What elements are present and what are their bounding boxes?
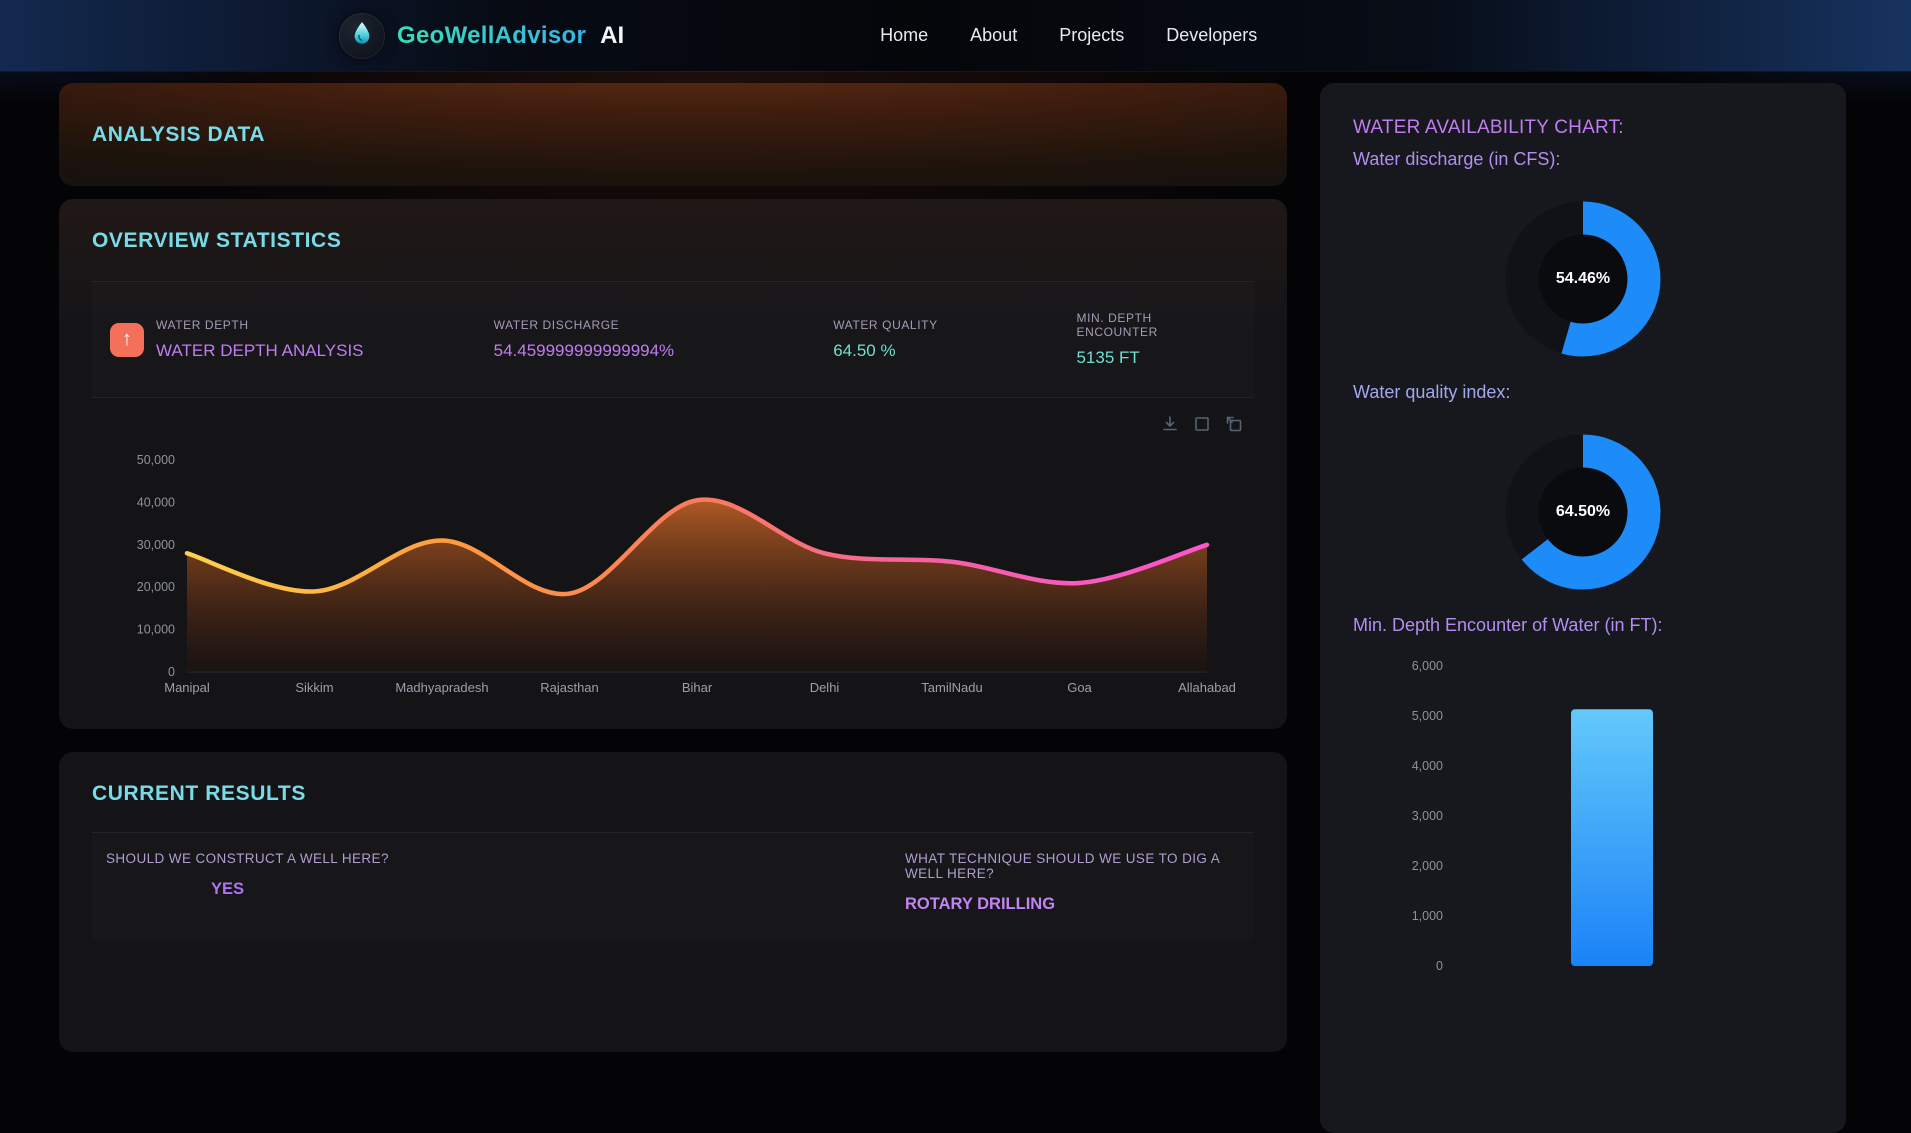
analysis-data-title: ANALYSIS DATA	[92, 122, 266, 146]
trend-up-icon: ↑	[110, 322, 144, 357]
svg-text:3,000: 3,000	[1412, 809, 1443, 823]
stat-value: 64.50 %	[833, 341, 896, 360]
svg-text:Bihar: Bihar	[682, 680, 713, 695]
stat-water-depth: WATER DEPTH WATER DEPTH ANALYSIS	[156, 318, 494, 361]
svg-text:Madhyapradesh: Madhyapradesh	[395, 680, 488, 695]
svg-text:20,000: 20,000	[137, 580, 175, 594]
svg-text:Delhi: Delhi	[810, 680, 840, 695]
water-quality-donut-chart: 64.50%	[1504, 433, 1662, 591]
svg-text:1,000: 1,000	[1412, 909, 1443, 923]
water-discharge-label: Water discharge (in CFS):	[1353, 149, 1561, 169]
donut-value-label: 64.50%	[1555, 503, 1611, 520]
water-availability-panel: WATER AVAILABILITY CHART: Water discharg…	[1320, 83, 1846, 1133]
nav-link-projects[interactable]: Projects	[1059, 25, 1124, 46]
water-quality-label: Water quality index:	[1353, 382, 1511, 402]
current-results-card: CURRENT RESULTS SHOULD WE CONSTRUCT A WE…	[59, 752, 1287, 1052]
qa-question: WHAT TECHNIQUE SHOULD WE USE TO DIG A WE…	[905, 851, 1220, 881]
qa-dig-technique: WHAT TECHNIQUE SHOULD WE USE TO DIG A WE…	[905, 851, 1240, 914]
results-qa-row: SHOULD WE CONSTRUCT A WELL HERE? YES WHA…	[92, 832, 1254, 940]
current-results-title: CURRENT RESULTS	[92, 782, 306, 805]
svg-text:4,000: 4,000	[1412, 759, 1443, 773]
stat-label: WATER DEPTH	[156, 318, 249, 332]
overview-statistics-card: OVERVIEW STATISTICS ↑ WATER DEPTH WATER …	[59, 199, 1287, 729]
min-depth-bar-chart: 6,000 5,000 4,000 3,000 2,000 1,000 0	[1357, 652, 1813, 977]
svg-text:Manipal: Manipal	[164, 680, 210, 695]
brand[interactable]: GeoWellAdvisor AI	[339, 12, 625, 59]
qa-answer: YES	[211, 880, 245, 898]
brand-name: GeoWellAdvisor	[397, 21, 587, 49]
svg-text:0: 0	[168, 665, 175, 679]
nav-link-developers[interactable]: Developers	[1166, 25, 1257, 46]
water-discharge-donut-chart: 54.46%	[1504, 200, 1662, 358]
svg-text:10,000: 10,000	[137, 623, 175, 637]
svg-text:40,000: 40,000	[137, 495, 175, 509]
nav-link-home[interactable]: Home	[880, 25, 928, 46]
nav-link-about[interactable]: About	[970, 25, 1017, 46]
download-icon[interactable]	[1160, 414, 1180, 434]
qa-construct-well: SHOULD WE CONSTRUCT A WELL HERE? YES	[106, 851, 905, 914]
water-drop-icon	[349, 20, 375, 51]
stat-value: 5135 FT	[1076, 348, 1140, 367]
donut-value-label: 54.46%	[1555, 270, 1611, 287]
svg-text:2,000: 2,000	[1412, 859, 1443, 873]
water-depth-area-chart: 0 10,000 20,000 30,000 40,000 50,000 Manipal Si…	[92, 440, 1254, 713]
svg-text:30,000: 30,000	[137, 538, 175, 552]
qa-question: SHOULD WE CONSTRUCT A WELL HERE?	[106, 851, 389, 866]
navbar: GeoWellAdvisor AI Home About Projects De…	[0, 0, 1911, 71]
stat-water-discharge: WATER DISCHARGE 54.459999999999994%	[494, 318, 834, 361]
brand-suffix: AI	[600, 21, 625, 49]
qa-answer: ROTARY DRILLING	[905, 895, 1056, 913]
stats-row: ↑ WATER DEPTH WATER DEPTH ANALYSIS WATER…	[92, 281, 1254, 398]
stat-label: WATER DISCHARGE	[493, 318, 620, 332]
stat-min-depth: MIN. DEPTH ENCOUNTER 5135 FT	[1076, 311, 1236, 368]
chart-toolbar	[92, 414, 1244, 434]
overview-statistics-title: OVERVIEW STATISTICS	[92, 229, 342, 252]
reset-zoom-icon[interactable]	[1224, 414, 1244, 434]
main-content: ANALYSIS DATA OVERVIEW STATISTICS ↑ WATE…	[0, 71, 1911, 1133]
svg-text:Sikkim: Sikkim	[295, 680, 333, 695]
left-column: ANALYSIS DATA OVERVIEW STATISTICS ↑ WATE…	[59, 83, 1287, 1133]
water-availability-title: WATER AVAILABILITY CHART:	[1353, 117, 1624, 138]
svg-text:TamilNadu: TamilNadu	[921, 680, 982, 695]
svg-text:5,000: 5,000	[1412, 709, 1443, 723]
stat-value: WATER DEPTH ANALYSIS	[156, 341, 364, 360]
selection-icon[interactable]	[1192, 414, 1212, 434]
svg-text:0: 0	[1436, 959, 1443, 972]
analysis-data-card: ANALYSIS DATA	[59, 83, 1287, 186]
min-depth-label: Min. Depth Encounter of Water (in FT):	[1353, 615, 1663, 635]
svg-text:Rajasthan: Rajasthan	[540, 680, 599, 695]
logo	[339, 12, 385, 59]
stat-value: 54.459999999999994%	[493, 341, 675, 360]
svg-text:50,000: 50,000	[137, 453, 175, 467]
stat-water-quality: WATER QUALITY 64.50 %	[833, 318, 1076, 361]
stat-label: WATER QUALITY	[833, 318, 938, 332]
nav-links: Home About Projects Developers	[880, 25, 1257, 46]
stat-label: MIN. DEPTH ENCOUNTER	[1076, 311, 1158, 339]
svg-text:Allahabad: Allahabad	[1178, 680, 1236, 695]
svg-text:Goa: Goa	[1067, 680, 1092, 695]
svg-text:6,000: 6,000	[1412, 659, 1443, 673]
